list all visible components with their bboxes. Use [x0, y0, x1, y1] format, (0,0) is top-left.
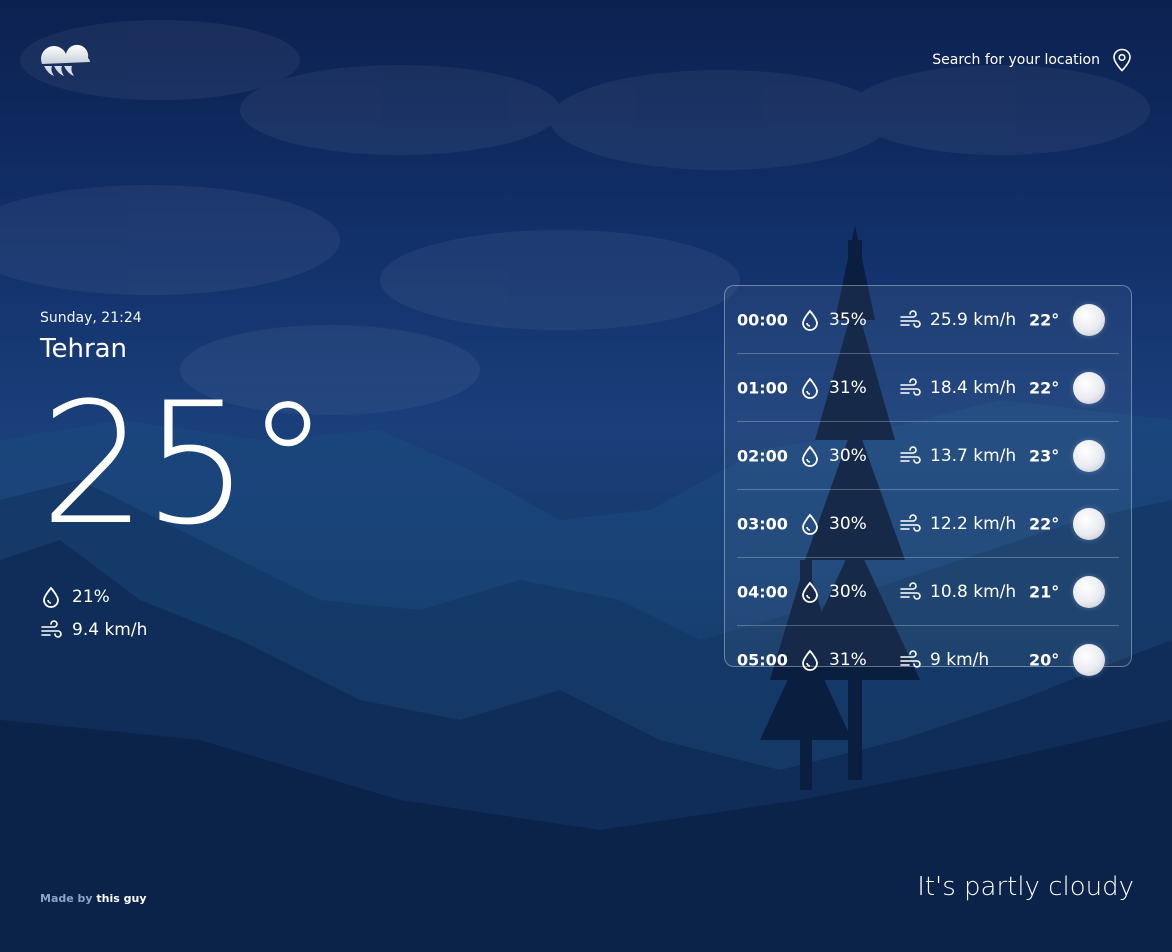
forecast-time: 00:00: [737, 310, 788, 329]
droplet-icon: [802, 513, 818, 535]
moon-icon: [1073, 643, 1105, 676]
forecast-row: 03:00 30% 12.2 km/h 22°: [737, 490, 1119, 558]
droplet-icon: [43, 586, 59, 608]
forecast-wind: 13.7 km/h: [930, 445, 1017, 466]
hourly-forecast-panel: 00:00 35% 25.9 km/h 22° 01:00 31% 18.4 k…: [724, 285, 1132, 676]
forecast-humidity: 31%: [829, 377, 867, 398]
moon-icon: [1073, 507, 1105, 540]
forecast-temperature: 20°: [1029, 650, 1060, 669]
author-link[interactable]: this guy: [96, 892, 146, 905]
wind-icon: [900, 377, 921, 396]
current-wind: 9.4 km/h: [40, 619, 147, 641]
wind-icon: [900, 513, 921, 532]
forecast-humidity: 30%: [829, 445, 867, 466]
forecast-wind: 18.4 km/h: [930, 377, 1017, 398]
current-temperature: 25°: [40, 366, 330, 562]
droplet-icon: [802, 377, 818, 399]
forecast-wind: 25.9 km/h: [930, 309, 1017, 330]
search-location-button[interactable]: Search for your location: [932, 48, 1132, 72]
forecast-row: 01:00 31% 18.4 km/h 22°: [737, 354, 1119, 422]
moon-icon: [1073, 575, 1105, 608]
forecast-row: 00:00 35% 25.9 km/h 22°: [737, 286, 1119, 354]
forecast-temperature: 22°: [1029, 378, 1060, 397]
forecast-humidity: 30%: [829, 513, 867, 534]
forecast-time: 04:00: [737, 582, 788, 601]
cloud-logo-icon[interactable]: [40, 40, 92, 80]
forecast-wind: 12.2 km/h: [930, 513, 1017, 534]
forecast-time: 05:00: [737, 650, 788, 669]
forecast-temperature: 21°: [1029, 582, 1060, 601]
forecast-time: 01:00: [737, 378, 788, 397]
forecast-time: 03:00: [737, 514, 788, 533]
forecast-row: 05:00 31% 9 km/h 20°: [737, 626, 1119, 693]
current-datetime: Sunday, 21:24: [40, 310, 142, 326]
made-by-label: Made by: [40, 892, 93, 905]
map-pin-icon: [1113, 48, 1131, 72]
moon-icon: [1073, 371, 1105, 404]
forecast-humidity: 35%: [829, 309, 867, 330]
current-humidity: 21%: [40, 586, 110, 608]
forecast-temperature: 22°: [1029, 514, 1060, 533]
droplet-icon: [802, 309, 818, 331]
wind-icon: [900, 445, 921, 464]
made-by-credit: Made by this guy: [40, 892, 147, 905]
droplet-icon: [802, 649, 818, 671]
current-wind-value: 9.4 km/h: [72, 620, 148, 640]
forecast-humidity: 30%: [829, 581, 867, 602]
forecast-temperature: 23°: [1029, 446, 1060, 465]
search-label: Search for your location: [932, 52, 1100, 68]
forecast-humidity: 31%: [829, 649, 867, 670]
forecast-wind: 9 km/h: [930, 649, 990, 670]
wind-icon: [900, 581, 921, 600]
droplet-icon: [802, 445, 818, 467]
forecast-wind: 10.8 km/h: [930, 581, 1017, 602]
city-name: Tehran: [40, 334, 128, 364]
forecast-time: 02:00: [737, 446, 788, 465]
forecast-temperature: 22°: [1029, 310, 1060, 329]
weather-condition: It's partly cloudy: [917, 872, 1134, 902]
wind-icon: [900, 309, 921, 328]
forecast-row: 04:00 30% 10.8 km/h 21°: [737, 558, 1119, 626]
wind-icon: [900, 649, 921, 668]
droplet-icon: [802, 581, 818, 603]
wind-icon: [41, 620, 62, 638]
current-humidity-value: 21%: [72, 587, 110, 607]
forecast-row: 02:00 30% 13.7 km/h 23°: [737, 422, 1119, 490]
moon-icon: [1073, 439, 1105, 472]
moon-icon: [1073, 303, 1105, 336]
